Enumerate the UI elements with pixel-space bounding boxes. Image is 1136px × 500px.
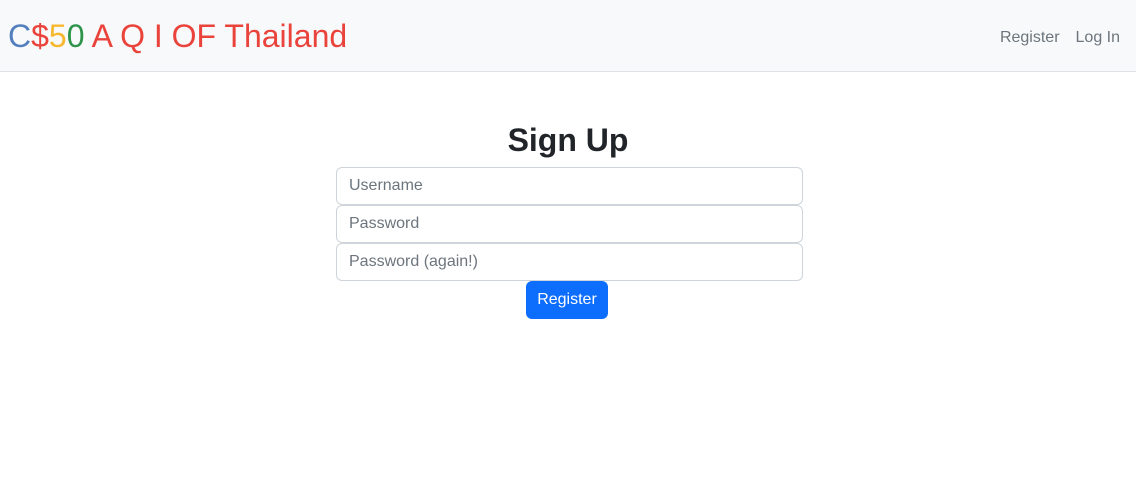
nav-login-link[interactable]: Log In bbox=[1076, 26, 1120, 50]
brand-char-dollar: $ bbox=[31, 18, 49, 54]
brand-char-5: 5 bbox=[48, 18, 67, 54]
brand-title-text: A Q I OF Thailand bbox=[84, 18, 348, 54]
password-confirmation-input[interactable] bbox=[336, 243, 803, 281]
navbar: C$50 A Q I OF Thailand Register Log In bbox=[0, 0, 1136, 72]
page-title: Sign Up bbox=[507, 122, 629, 158]
register-submit-button[interactable]: Register bbox=[526, 281, 608, 319]
nav-register-link[interactable]: Register bbox=[1000, 26, 1060, 50]
brand-logo-link[interactable]: C$50 A Q I OF Thailand bbox=[8, 16, 347, 56]
password-input[interactable] bbox=[336, 205, 803, 243]
brand-char-0: 0 bbox=[66, 18, 85, 54]
nav-links: Register Log In bbox=[1000, 26, 1120, 50]
brand-char-c: C bbox=[8, 18, 32, 54]
username-input[interactable] bbox=[336, 167, 803, 205]
